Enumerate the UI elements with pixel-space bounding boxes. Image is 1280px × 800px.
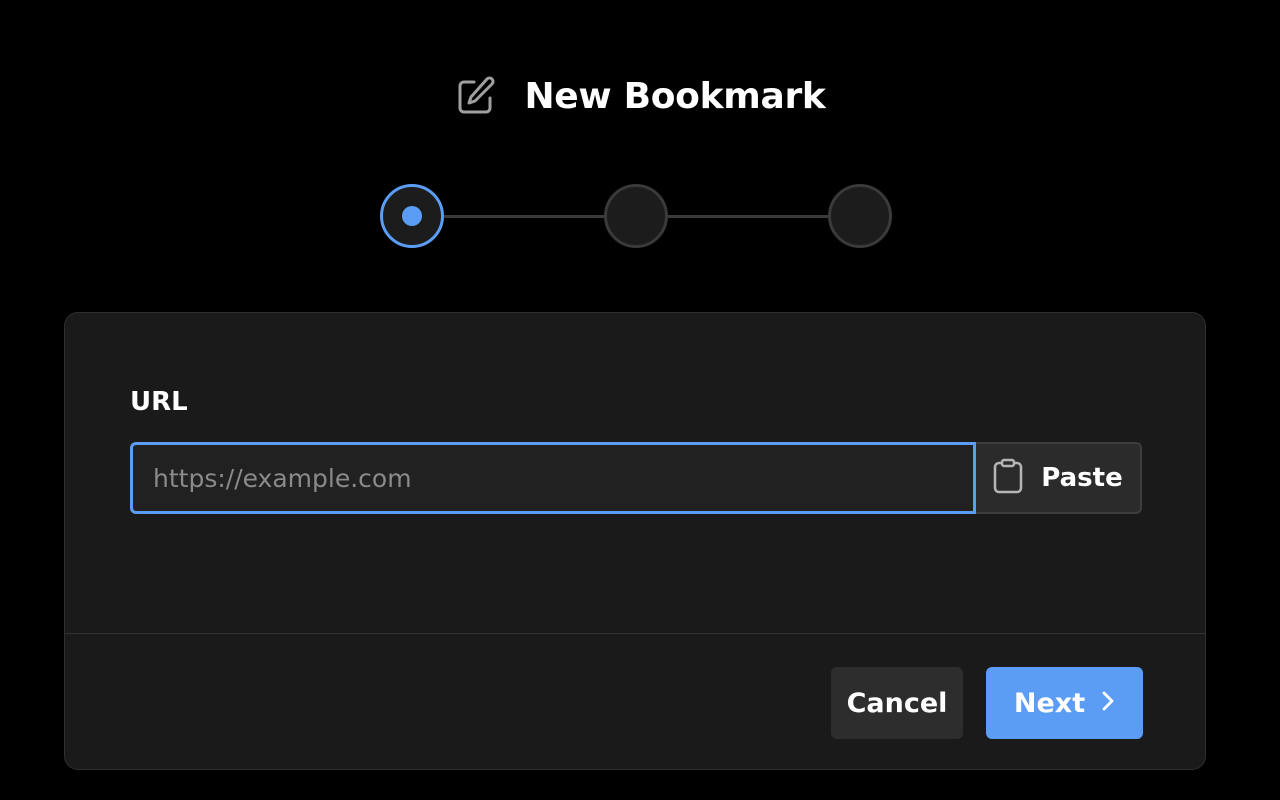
next-button[interactable]: Next	[986, 667, 1143, 739]
dialog-header: New Bookmark	[0, 68, 1280, 124]
progress-stepper	[380, 184, 892, 248]
step-connector	[668, 215, 830, 218]
step-2-indicator	[604, 184, 668, 248]
paste-label: Paste	[1041, 463, 1123, 493]
footer-divider	[65, 633, 1205, 634]
page-title: New Bookmark	[524, 75, 826, 117]
chevron-right-icon	[1101, 690, 1115, 716]
url-label: URL	[130, 387, 188, 417]
next-label: Next	[1013, 687, 1086, 719]
edit-icon	[454, 74, 498, 118]
bookmark-form-card: URL Paste Cancel Next	[64, 312, 1206, 770]
clipboard-icon	[993, 458, 1023, 498]
active-step-dot	[402, 206, 422, 226]
paste-button[interactable]: Paste	[976, 442, 1142, 514]
step-1-indicator	[380, 184, 444, 248]
step-3-indicator	[828, 184, 892, 248]
url-input[interactable]	[130, 442, 976, 514]
cancel-label: Cancel	[846, 687, 948, 719]
step-connector	[444, 215, 606, 218]
url-input-group: Paste	[130, 442, 1142, 514]
cancel-button[interactable]: Cancel	[831, 667, 963, 739]
